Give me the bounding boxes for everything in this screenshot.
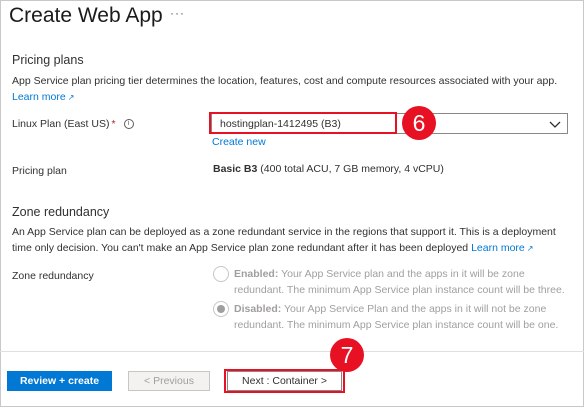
external-link-icon: ↗ — [526, 243, 534, 253]
annotation-highlight-7 — [224, 369, 345, 393]
page-title: Create Web App — [9, 4, 163, 27]
required-marker: * — [111, 118, 116, 130]
zone-disabled-text: Disabled: Your App Service Plan and the … — [234, 303, 559, 331]
pricing-plan-name: Basic B3 — [213, 163, 258, 175]
review-create-button[interactable]: Review + create — [7, 371, 112, 391]
zone-disabled-radio[interactable] — [213, 301, 229, 317]
info-icon[interactable]: i — [123, 119, 134, 130]
radio-selected-dot — [217, 305, 225, 313]
pricing-description: App Service plan pricing tier determines… — [12, 74, 572, 105]
pricing-plan-detail: (400 total ACU, 7 GB memory, 4 vCPU) — [257, 163, 444, 175]
annotation-badge-7: 7 — [330, 338, 364, 372]
create-web-app-window — [0, 0, 584, 407]
create-new-link[interactable]: Create new — [212, 136, 266, 148]
zone-description: An App Service plan can be deployed as a… — [12, 225, 577, 256]
pricing-description-text: App Service plan pricing tier determines… — [12, 75, 558, 87]
more-icon[interactable]: ··· — [170, 6, 185, 20]
pricing-plans-heading: Pricing plans — [12, 53, 84, 67]
pricing-learn-more-link[interactable]: Learn more — [12, 91, 66, 103]
external-link-icon: ↗ — [67, 92, 75, 102]
pricing-plan-label: Pricing plan — [12, 165, 67, 177]
footer-divider — [0, 351, 584, 352]
previous-button[interactable]: < Previous — [128, 371, 210, 391]
zone-redundancy-label: Zone redundancy — [12, 270, 94, 282]
chevron-down-icon — [549, 117, 561, 135]
linux-plan-label: Linux Plan (East US) * i — [12, 118, 134, 130]
pricing-plan-value: Basic B3 (400 total ACU, 7 GB memory, 4 … — [213, 163, 444, 175]
zone-redundancy-heading: Zone redundancy — [12, 205, 110, 219]
zone-enabled-text: Enabled: Your App Service plan and the a… — [234, 268, 565, 296]
zone-enabled-radio[interactable] — [213, 266, 229, 282]
annotation-badge-6: 6 — [402, 106, 436, 140]
annotation-highlight-6 — [209, 112, 397, 134]
zone-learn-more-link[interactable]: Learn more — [471, 242, 525, 254]
